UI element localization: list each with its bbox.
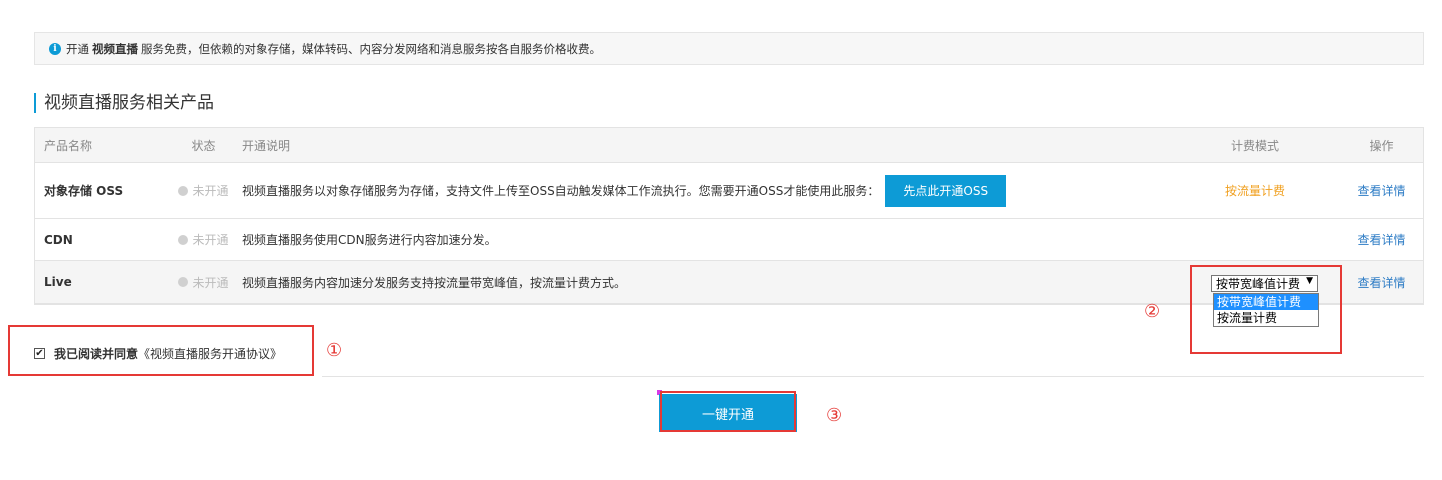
product-desc: 视频直播服务以对象存储服务为存储，支持文件上传至OSS自动触发媒体工作流执行。您… [242,174,1170,207]
status-text: 未开通 [192,184,229,198]
info-notice: i 开通 视频直播 服务免费，但依赖的对象存储，媒体转码、内容分发网络和消息服务… [34,32,1424,65]
status-dot-icon [178,234,189,245]
header-op: 操作 [1369,138,1394,153]
product-name: Live [44,275,72,289]
annotation-number-2: ② [1144,301,1161,322]
status-badge: 未开通 [165,182,242,199]
view-details-link[interactable]: 查看详情 [1340,182,1423,199]
header-name: 产品名称 [44,138,93,153]
notice-prefix: 开通 [66,41,89,56]
product-desc: 视频直播服务内容加速分发服务支持按流量带宽峰值，按流量计费方式。 [242,275,627,290]
status-dot-icon [178,185,189,196]
annotation-box-3 [660,391,796,432]
product-desc: 视频直播服务使用CDN服务进行内容加速分发。 [242,233,497,247]
status-text: 未开通 [192,233,229,247]
annotation-number-3: ③ [826,405,843,426]
notice-text: 服务免费，但依赖的对象存储，媒体转码、内容分发网络和消息服务按各自服务价格收费。 [141,41,601,56]
table-header: 产品名称 状态 开通说明 计费模式 操作 [35,128,1423,163]
divider [322,376,1424,377]
section-title: 视频直播服务相关产品 [34,93,214,113]
annotation-box-1 [8,325,314,376]
header-billing: 计费模式 [1230,138,1279,153]
annotation-box-2 [1190,265,1342,354]
table-row-cdn: CDN 未开通 视频直播服务使用CDN服务进行内容加速分发。 查看详情 [35,219,1423,261]
desc-text: 视频直播服务以对象存储服务为存储，支持文件上传至OSS自动触发媒体工作流执行。您… [242,184,880,198]
status-text: 未开通 [192,275,229,290]
status-badge: 未开通 [165,231,242,248]
notice-product: 视频直播 [92,41,138,56]
billing-mode: 按流量计费 [1224,184,1285,198]
view-details-link[interactable]: 查看详情 [1340,231,1423,248]
status-dot-icon [178,277,189,287]
view-details-link[interactable]: 查看详情 [1340,274,1423,291]
info-icon: i [49,42,61,55]
activate-oss-button[interactable]: 先点此开通OSS [885,174,1007,207]
header-status: 状态 [191,138,216,153]
table-row-oss: 对象存储 OSS 未开通 视频直播服务以对象存储服务为存储，支持文件上传至OSS… [35,163,1423,219]
annotation-number-1: ① [326,340,343,361]
status-badge: 未开通 [165,274,242,291]
product-name: 对象存储 OSS [44,184,124,198]
product-name: CDN [44,232,73,247]
header-desc: 开通说明 [242,138,291,153]
